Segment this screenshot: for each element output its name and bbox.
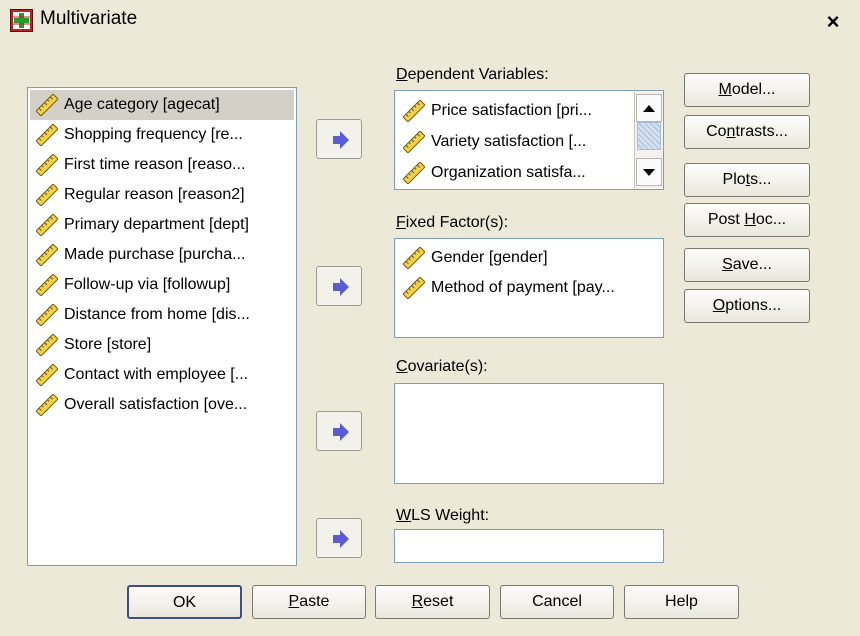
- ruler-icon: [36, 244, 58, 266]
- list-item[interactable]: Variety satisfaction [...: [397, 127, 633, 157]
- source-variable-list[interactable]: Age category [agecat] Shopping frequency …: [27, 87, 297, 566]
- list-item[interactable]: Distance from home [dis...: [30, 300, 294, 330]
- fixed-factors-list[interactable]: Gender [gender] Method of payment [pay...: [394, 238, 664, 338]
- list-item-label: Shopping frequency [re...: [64, 126, 243, 143]
- ruler-icon: [36, 124, 58, 146]
- list-item[interactable]: Age category [agecat]: [30, 90, 294, 120]
- list-item-label: Method of payment [pay...: [431, 279, 615, 296]
- ruler-icon: [36, 214, 58, 236]
- list-item[interactable]: Shopping frequency [re...: [30, 120, 294, 150]
- list-item-label: Distance from home [dis...: [64, 306, 250, 323]
- contrasts-button[interactable]: Contrasts...: [684, 115, 810, 149]
- ruler-icon: [36, 274, 58, 296]
- plots-button[interactable]: Plots...: [684, 163, 810, 197]
- multivariate-dialog: Multivariate × Age category [agecat] Shop…: [0, 0, 860, 636]
- move-to-covariate-button[interactable]: [316, 411, 362, 451]
- scroll-up-icon: [643, 105, 655, 112]
- list-item[interactable]: Primary department [dept]: [30, 210, 294, 240]
- window-title: Multivariate: [40, 8, 138, 29]
- paste-button[interactable]: Paste: [252, 585, 366, 619]
- move-to-wls-weight-button[interactable]: [316, 518, 362, 558]
- dependent-scrollbar[interactable]: [634, 92, 663, 188]
- ruler-icon: [36, 334, 58, 356]
- right-arrow-icon: [333, 423, 349, 441]
- ruler-icon: [36, 364, 58, 386]
- list-item[interactable]: Organization satisfa...: [397, 158, 633, 188]
- right-arrow-icon: [333, 530, 349, 548]
- dependent-variables-list[interactable]: Price satisfaction [pri... Variety satisf…: [394, 90, 664, 190]
- ruler-icon: [403, 131, 425, 153]
- model-button[interactable]: Model...: [684, 73, 810, 107]
- ok-button[interactable]: OK: [127, 585, 242, 619]
- list-item-label: First time reason [reaso...: [64, 156, 246, 173]
- scroll-thumb[interactable]: [637, 122, 661, 150]
- fixed-factors-label: Fixed Factor(s):: [396, 214, 509, 231]
- ruler-icon: [36, 184, 58, 206]
- list-item-label: Regular reason [reason2]: [64, 186, 245, 203]
- ruler-icon: [403, 277, 425, 299]
- reset-button[interactable]: Reset: [375, 585, 490, 619]
- ruler-icon: [403, 247, 425, 269]
- covariates-label: Covariate(s):: [396, 358, 488, 375]
- ruler-icon: [36, 94, 58, 116]
- help-button[interactable]: Help: [624, 585, 739, 619]
- list-item-label: Store [store]: [64, 336, 152, 353]
- ruler-icon: [36, 304, 58, 326]
- list-item[interactable]: Made purchase [purcha...: [30, 240, 294, 270]
- ruler-icon: [403, 100, 425, 122]
- list-item[interactable]: Regular reason [reason2]: [30, 180, 294, 210]
- list-item-label: Primary department [dept]: [64, 216, 249, 233]
- scroll-up-button[interactable]: [636, 94, 662, 122]
- scroll-down-icon: [643, 169, 655, 176]
- list-item-label: Overall satisfaction [ove...: [64, 396, 248, 413]
- ruler-icon: [36, 154, 58, 176]
- right-arrow-icon: [333, 278, 349, 296]
- ruler-icon: [403, 162, 425, 184]
- list-item[interactable]: Gender [gender]: [397, 243, 661, 273]
- scroll-down-button[interactable]: [636, 158, 662, 186]
- list-item-label: Gender [gender]: [431, 249, 548, 266]
- wls-weight-label: WLS Weight:: [396, 507, 490, 524]
- list-item[interactable]: Follow-up via [followup]: [30, 270, 294, 300]
- list-item[interactable]: Store [store]: [30, 330, 294, 360]
- move-to-fixed-factor-button[interactable]: [316, 266, 362, 306]
- list-item[interactable]: First time reason [reaso...: [30, 150, 294, 180]
- list-item[interactable]: Contact with employee [...: [30, 360, 294, 390]
- list-item-label: Age category [agecat]: [64, 96, 220, 113]
- options-button[interactable]: Options...: [684, 289, 810, 323]
- post-hoc-button[interactable]: Post Hoc...: [684, 203, 810, 237]
- list-item[interactable]: Price satisfaction [pri...: [397, 96, 633, 126]
- list-item[interactable]: Overall satisfaction [ove...: [30, 390, 294, 420]
- save-button[interactable]: Save...: [684, 248, 810, 282]
- list-item-label: Price satisfaction [pri...: [431, 102, 592, 119]
- spss-dialog-icon: [10, 9, 33, 32]
- move-to-dependent-button[interactable]: [316, 119, 362, 159]
- list-item-label: Follow-up via [followup]: [64, 276, 231, 293]
- ruler-icon: [36, 394, 58, 416]
- list-item-label: Organization satisfa...: [431, 164, 586, 181]
- right-arrow-icon: [333, 131, 349, 149]
- list-item-label: Variety satisfaction [...: [431, 133, 587, 150]
- list-item[interactable]: Method of payment [pay...: [397, 273, 661, 303]
- dependent-variables-label: Dependent Variables:: [396, 66, 549, 83]
- cancel-button[interactable]: Cancel: [500, 585, 614, 619]
- close-button[interactable]: ×: [820, 9, 846, 35]
- covariates-list[interactable]: [394, 383, 664, 484]
- wls-weight-field[interactable]: [394, 529, 664, 563]
- list-item-label: Contact with employee [...: [64, 366, 249, 383]
- title-bar: Multivariate ×: [0, 0, 860, 44]
- list-item-label: Made purchase [purcha...: [64, 246, 246, 263]
